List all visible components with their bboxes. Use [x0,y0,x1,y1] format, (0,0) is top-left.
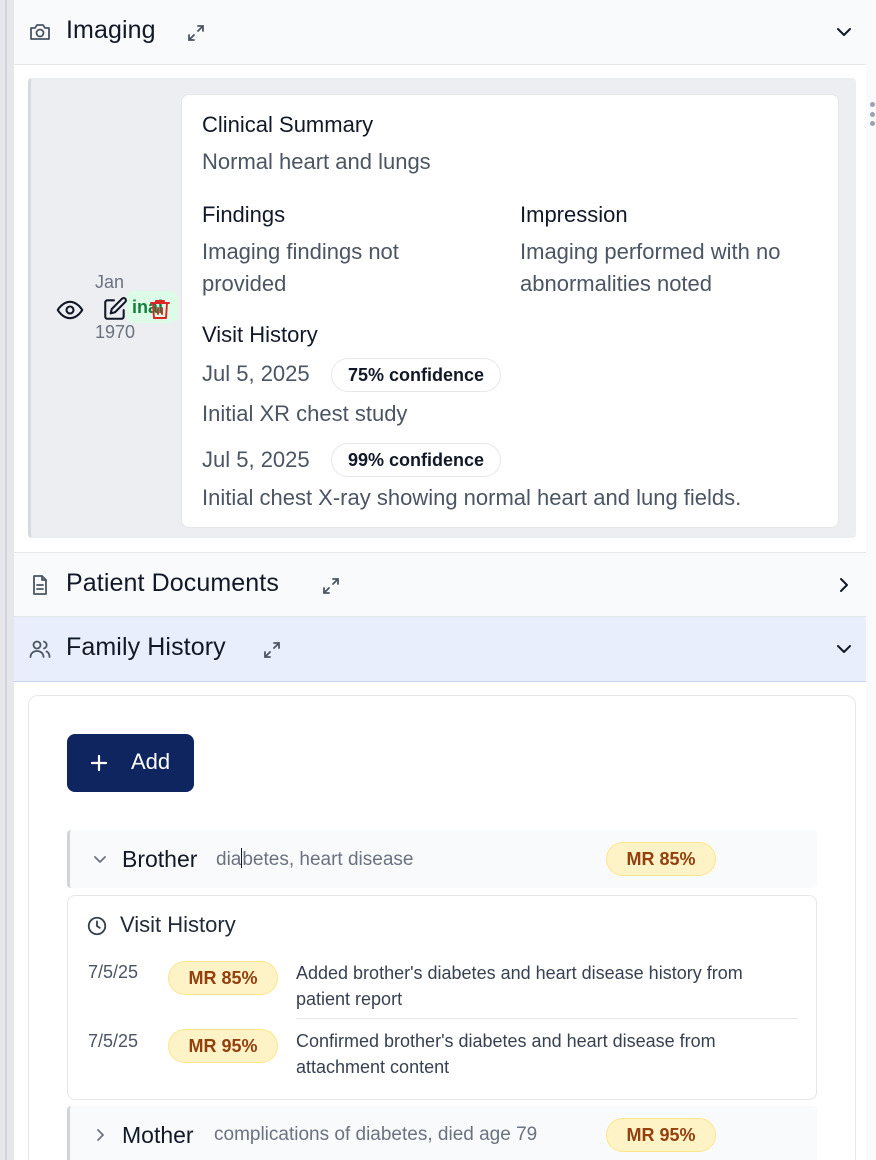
visit-date: 7/5/25 [88,962,139,982]
section-header-family-history[interactable]: Family History [14,617,866,682]
left-rail [0,0,14,1160]
imaging-record-meta: Jan 1970 inal [31,78,179,538]
chevron-right-icon[interactable] [832,573,856,597]
family-member-row-brother[interactable]: Brother diabetes, heart disease MR 85% [67,830,817,888]
add-button[interactable]: Add [67,734,194,792]
delete-button[interactable] [147,295,173,323]
edit-icon [104,297,127,320]
clinical-summary-text: Normal heart and lungs [202,149,431,174]
family-member-row-mother[interactable]: Mother complications of diabetes, died a… [67,1106,817,1160]
family-member-relation: Mother [122,1122,194,1148]
rail-divider [5,0,7,1160]
expand-icon[interactable] [321,576,341,596]
impression-text: Imaging performed with no abnormalities … [520,239,781,296]
document-icon [33,575,47,595]
visit-history-label: Visit History [202,322,318,347]
findings-label: Findings [202,202,286,227]
expand-icon[interactable] [262,640,282,660]
eye-icon [56,300,84,320]
record-date-year: 1970 [95,322,136,342]
expand-icon[interactable] [186,23,206,43]
view-button[interactable] [56,296,84,324]
visit-history-panel: Visit History 7/5/25 MR 85% Added brothe… [67,895,817,1100]
family-member-conditions: complications of diabetes, died age 79 [214,1124,538,1145]
users-icon [29,640,51,658]
chevron-right-icon[interactable] [90,1125,110,1145]
visit-badge: MR 95% [168,1029,278,1063]
confidence-badge: MR 95% [606,1118,716,1152]
visit-note: Initial XR chest study [202,401,408,426]
visit-badge: MR 85% [168,961,278,995]
family-member-conditions-input[interactable]: diabetes, heart disease [216,848,413,871]
visit-date: Jul 5, 2025 [202,447,310,472]
sidebar-panel: Imaging Jan 1970 inal Clinical Summary N… [14,0,866,1160]
confidence-badge: 75% confidence [331,358,502,392]
family-history-card: Add Brother diabetes, heart disease MR 8… [28,695,856,1160]
family-member-relation: Brother [122,846,198,872]
imaging-detail-card: Clinical Summary Normal heart and lungs … [181,94,839,528]
confidence-badge: 99% confidence [331,443,502,477]
confidence-badge: MR 85% [606,842,716,876]
right-gutter [866,0,876,1160]
section-header-imaging[interactable]: Imaging [14,0,866,65]
conditions-text-start: dia [216,849,242,870]
add-button-label: Add [131,749,171,774]
section-title-imaging: Imaging [66,16,156,44]
chevron-down-icon[interactable] [832,20,856,44]
visit-history-title: Visit History [120,912,236,937]
divider [296,1018,798,1019]
impression-label: Impression [520,202,628,227]
section-title-patient-documents: Patient Documents [66,569,279,597]
clinical-summary-label: Clinical Summary [202,112,374,137]
resize-handle[interactable] [870,102,876,126]
trash-icon [150,300,170,319]
visit-date: 7/5/25 [88,1031,139,1051]
imaging-record: Jan 1970 inal Clinical Summary Normal he… [28,78,856,538]
section-header-patient-documents[interactable]: Patient Documents [14,552,866,617]
visit-date: Jul 5, 2025 [202,361,310,386]
conditions-text-end: betes, heart disease [242,849,414,870]
findings-text: Imaging findings not provided [202,239,399,296]
plus-icon [90,754,108,772]
edit-button[interactable] [101,295,129,323]
camera-icon [30,24,50,40]
visit-note: Confirmed brother's diabetes and heart d… [296,1031,716,1077]
chevron-down-icon[interactable] [90,849,110,869]
visit-note: Added brother's diabetes and heart disea… [296,963,743,1009]
visit-note: Initial chest X-ray showing normal heart… [202,485,742,510]
section-title-family-history: Family History [66,633,226,661]
clock-icon [87,916,107,936]
chevron-down-icon[interactable] [832,637,856,661]
